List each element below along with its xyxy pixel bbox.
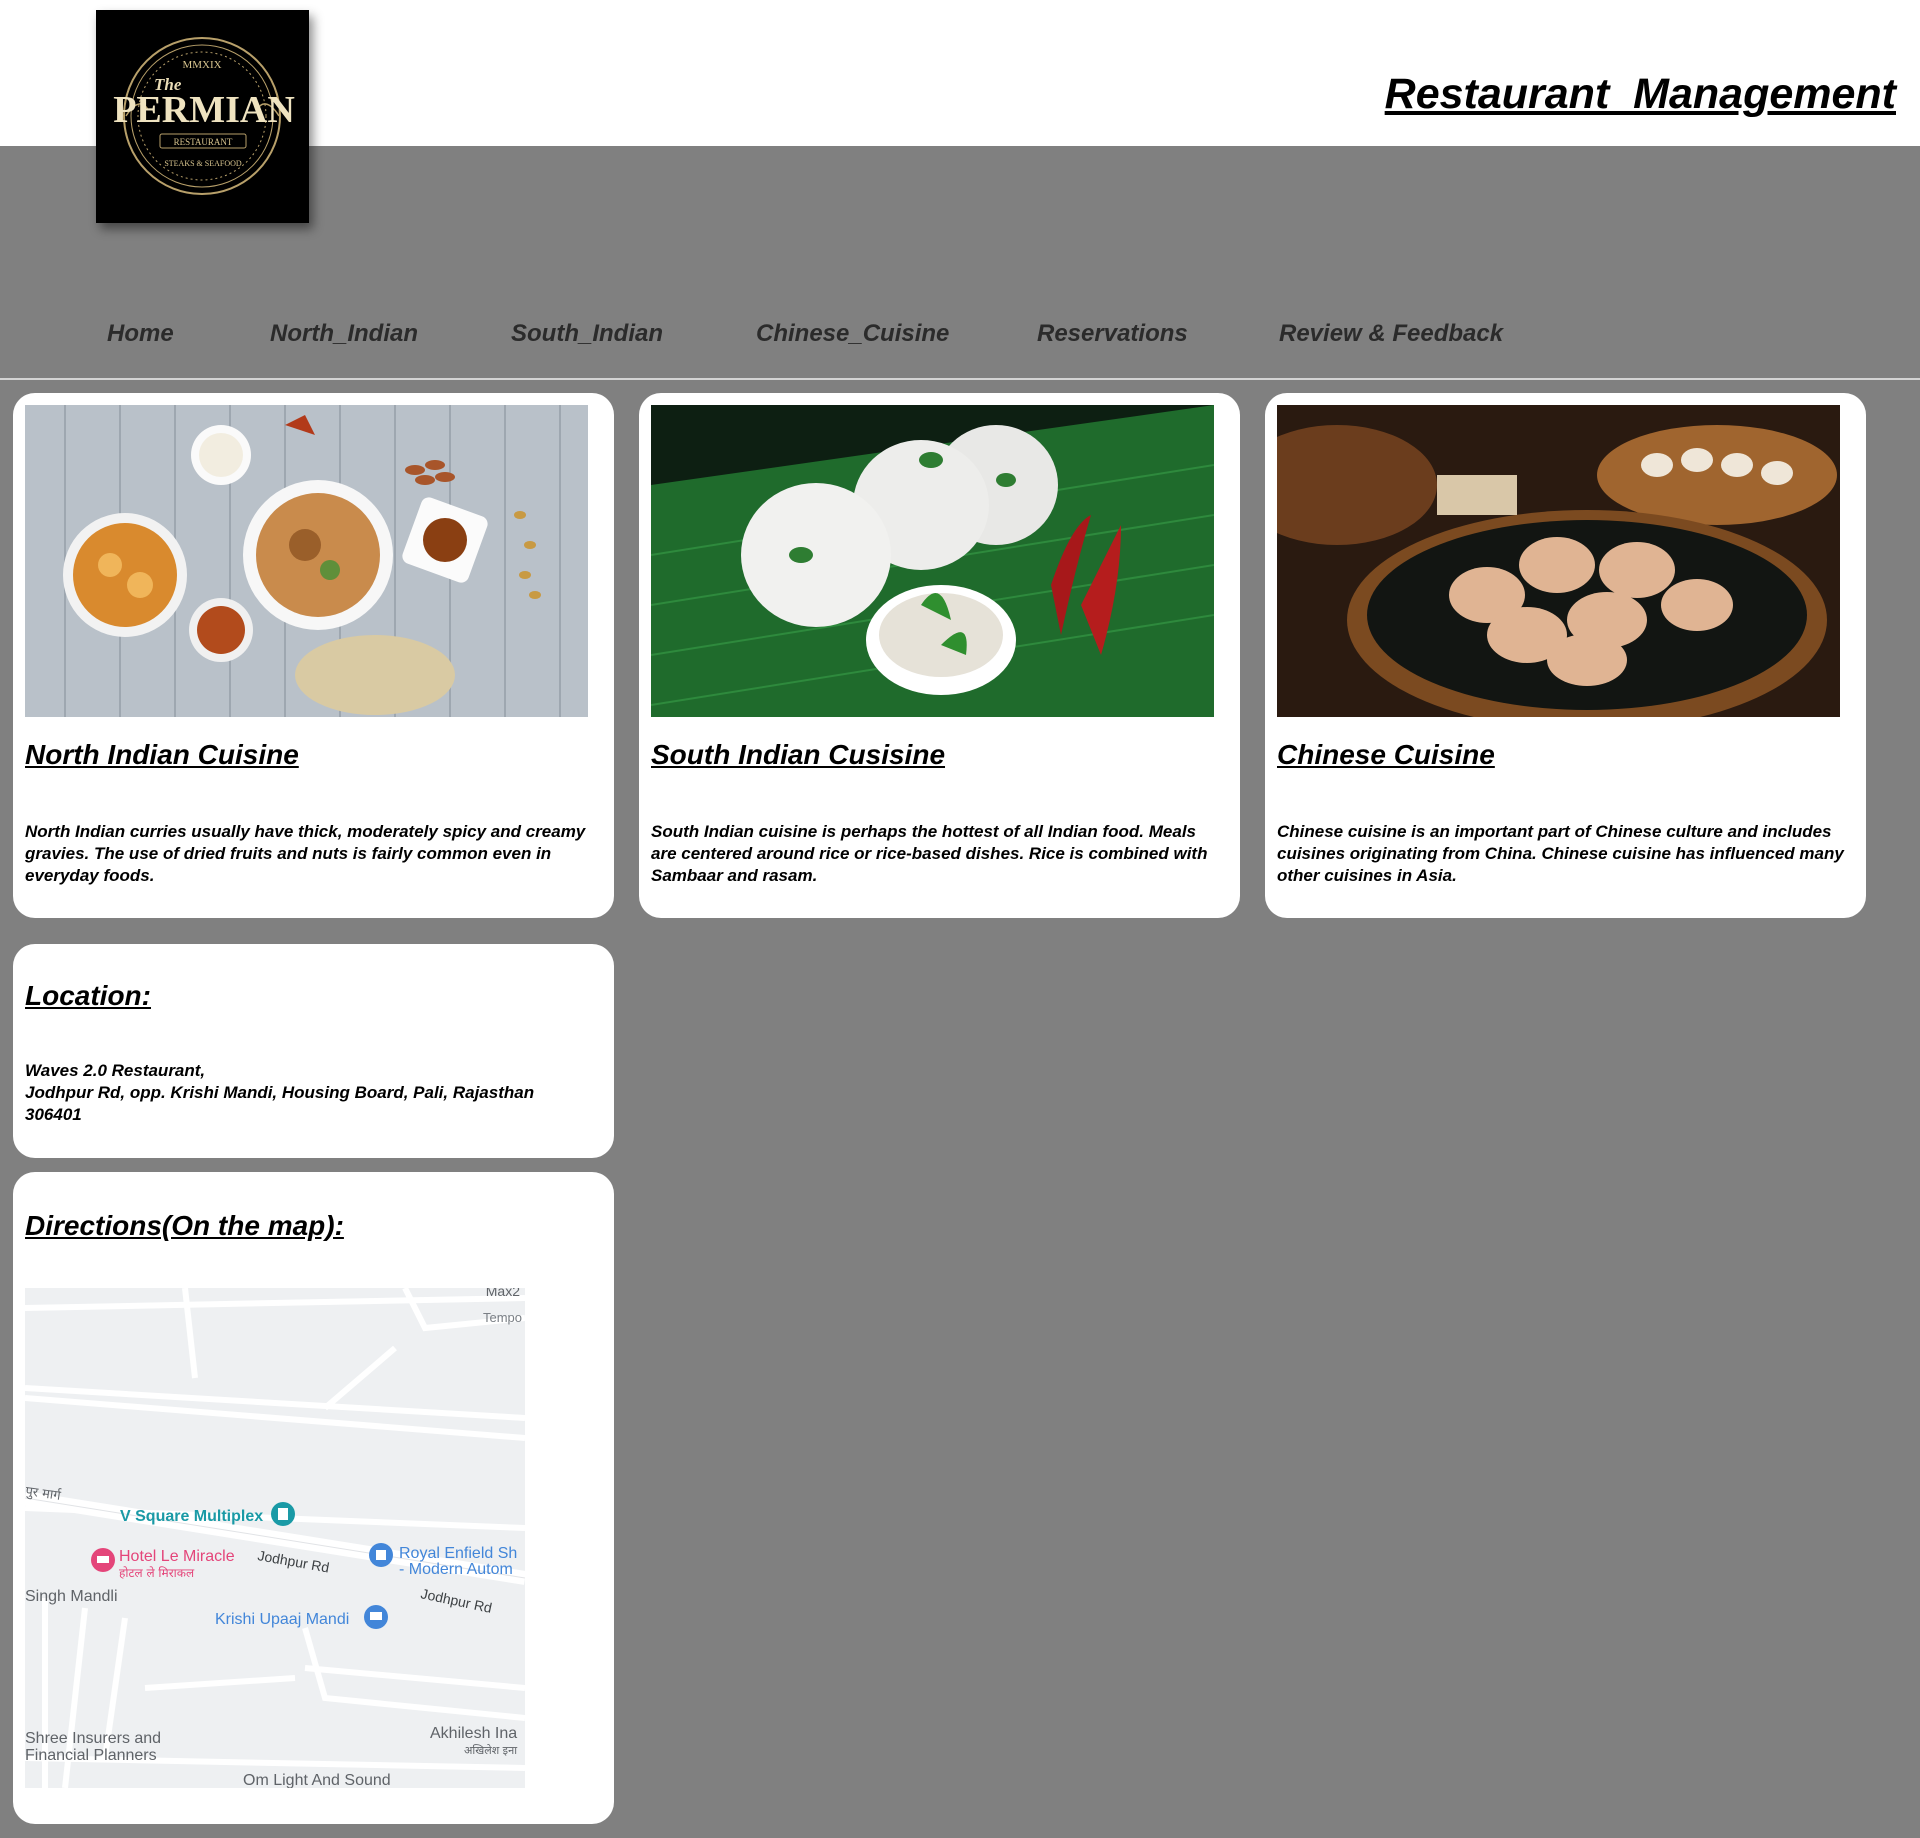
- north-indian-food-photo: [25, 405, 588, 717]
- restaurant-logo[interactable]: MMXIX The PERMIAN RESTAURANT STEAKS & SE…: [96, 10, 309, 223]
- location-title: Location:: [25, 980, 151, 1011]
- svg-text:Akhilesh Ina: Akhilesh Ina: [430, 1725, 517, 1742]
- svg-text:Royal Enfield Sh: Royal Enfield Sh: [399, 1545, 517, 1562]
- address-line-3: 306401: [25, 1105, 82, 1124]
- nav-chinese-cuisine[interactable]: Chinese_Cuisine: [756, 320, 949, 348]
- nav-south-indian[interactable]: South_Indian: [511, 320, 663, 348]
- nav-reservations[interactable]: Reservations: [1037, 320, 1188, 348]
- svg-text:Shree Insurers and: Shree Insurers and: [25, 1730, 161, 1747]
- card-description: Chinese cuisine is an important part of …: [1277, 822, 1844, 885]
- main-nav: Home North_Indian South_Indian Chinese_C…: [0, 320, 1920, 360]
- nav-north-indian[interactable]: North_Indian: [270, 320, 418, 348]
- card-title[interactable]: North Indian Cuisine: [25, 739, 299, 771]
- svg-text:Financial Planners: Financial Planners: [25, 1747, 157, 1764]
- address-line-2: Jodhpur Rd, opp. Krishi Mandi, Housing B…: [25, 1083, 535, 1102]
- nav-divider: [0, 378, 1920, 380]
- directions-map[interactable]: Max2 Tempo पुर मार्ग V Square Multiplex …: [25, 1288, 525, 1788]
- permian-logo-emblem: MMXIX The PERMIAN RESTAURANT STEAKS & SE…: [113, 37, 295, 195]
- svg-text:MMXIX: MMXIX: [182, 59, 221, 71]
- chinese-card: Chinese Cuisine Chinese cuisine is an im…: [1265, 393, 1866, 918]
- nav-home[interactable]: Home: [107, 320, 174, 348]
- svg-text:अखिलेश इना: अखिलेश इना: [464, 1744, 517, 1757]
- south-indian-food-photo: [651, 405, 1214, 717]
- svg-text:V Square Multiplex: V Square Multiplex: [120, 1508, 263, 1525]
- south-indian-card: South Indian Cusisine South Indian cuisi…: [639, 393, 1240, 918]
- svg-text:STEAKS & SEAFOOD: STEAKS & SEAFOOD: [164, 159, 242, 168]
- north-indian-card: North Indian Cuisine North Indian currie…: [13, 393, 614, 918]
- svg-text:- Modern Autom: - Modern Autom: [399, 1561, 513, 1578]
- svg-text:PERMIAN: PERMIAN: [113, 89, 295, 131]
- chinese-food-photo: [1277, 405, 1840, 717]
- svg-text:RESTAURANT: RESTAURANT: [174, 137, 233, 147]
- directions-title: Directions(On the map):: [25, 1210, 344, 1241]
- card-title[interactable]: Chinese Cuisine: [1277, 739, 1495, 771]
- address-line-1: Waves 2.0 Restaurant,: [25, 1061, 206, 1080]
- svg-text:Hotel Le Miracle: Hotel Le Miracle: [119, 1548, 235, 1565]
- location-address: Waves 2.0 Restaurant, Jodhpur Rd, opp. K…: [25, 1060, 605, 1126]
- directions-card: Directions(On the map): Max2 Tempo पुर म…: [13, 1172, 614, 1824]
- svg-text:Max2: Max2: [486, 1288, 520, 1299]
- svg-text:Singh Mandli: Singh Mandli: [25, 1588, 118, 1605]
- card-description: South Indian cuisine is perhaps the hott…: [651, 822, 1208, 885]
- svg-text:Om Light And Sound: Om Light And Sound: [243, 1772, 391, 1788]
- svg-text:Krishi Upaaj Mandi: Krishi Upaaj Mandi: [215, 1611, 349, 1628]
- svg-text:Tempo: Tempo: [483, 1310, 522, 1325]
- nav-review-feedback[interactable]: Review & Feedback: [1279, 320, 1503, 348]
- location-card: Location: Waves 2.0 Restaurant, Jodhpur …: [13, 944, 614, 1158]
- card-description: North Indian curries usually have thick,…: [25, 822, 586, 885]
- svg-text:होटल ले मिराकल: होटल ले मिराकल: [119, 1566, 195, 1580]
- card-title[interactable]: South Indian Cusisine: [651, 739, 945, 771]
- site-title: Restaurant Management: [1384, 70, 1896, 118]
